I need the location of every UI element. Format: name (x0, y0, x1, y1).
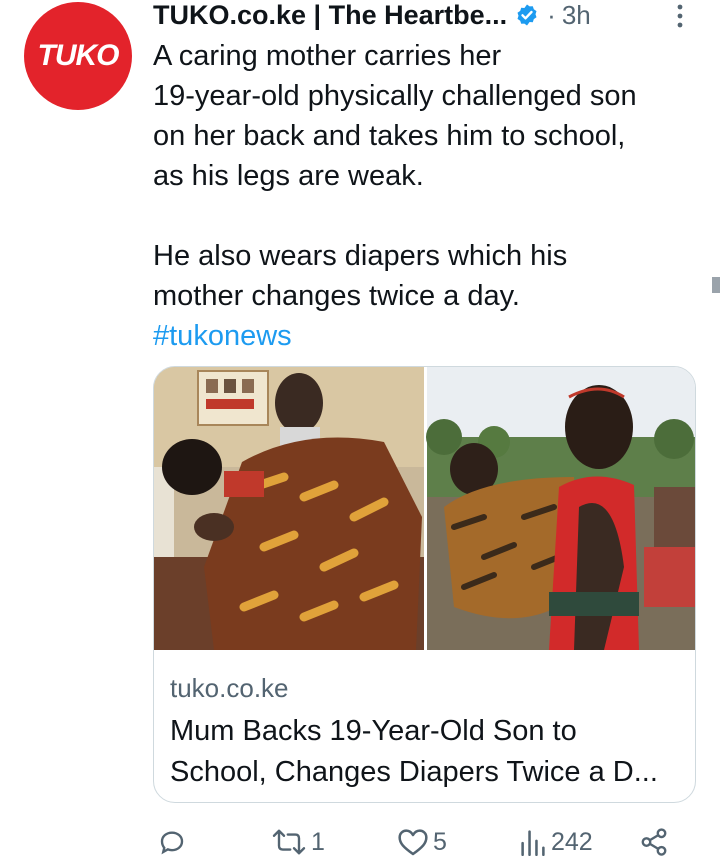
separator-dot: · (547, 0, 556, 30)
avatar-logo-text: TUKO (37, 39, 120, 72)
reply-icon (160, 831, 184, 855)
retweet-button[interactable]: 1 (271, 822, 325, 862)
card-image[interactable] (154, 367, 695, 650)
tweet-text-line: mother changes twice a day. (153, 280, 520, 312)
tweet-text-line: 19-year-old physically challenged son (153, 80, 637, 112)
retweet-icon (272, 829, 306, 855)
views-count: 242 (551, 827, 593, 856)
link-card[interactable]: tuko.co.ke Mum Backs 19-Year-Old Son to … (153, 366, 696, 803)
card-domain: tuko.co.ke (170, 673, 289, 703)
reply-button[interactable] (157, 822, 191, 862)
timestamp[interactable]: 3h (562, 0, 591, 31)
views-icon (521, 830, 545, 856)
author-name[interactable]: TUKO.co.ke | The Heartbe... (153, 0, 507, 31)
tweet-text-line: He also wears diapers which his (153, 240, 568, 272)
views-button[interactable]: 242 (519, 822, 593, 862)
tweet-text-line: A caring mother carries her (153, 40, 502, 72)
tweet-header: TUKO.co.ke | The Heartbe... · 3h (153, 0, 591, 30)
verified-badge-icon (517, 4, 537, 26)
scrollbar-thumb[interactable] (712, 277, 720, 293)
more-icon[interactable] (670, 2, 690, 30)
card-title[interactable]: Mum Backs 19-Year-Old Son to School, Cha… (170, 711, 685, 793)
like-button[interactable]: 5 (397, 822, 447, 862)
hashtag-link[interactable]: #tukonews (153, 320, 292, 352)
like-icon (398, 829, 428, 856)
action-bar: 1 5 242 (153, 822, 693, 862)
share-icon (641, 828, 667, 856)
share-button[interactable] (639, 822, 669, 862)
like-count: 5 (433, 827, 447, 856)
tweet-text: A caring mother carries her 19-year-old … (153, 36, 698, 356)
tweet-text-line: as his legs are weak. (153, 160, 424, 192)
card-title-line: School, Changes Diapers Twice a D... (170, 756, 658, 788)
card-title-line: Mum Backs 19-Year-Old Son to (170, 715, 577, 747)
tweet-text-line: on her back and takes him to school, (153, 120, 626, 152)
avatar[interactable]: TUKO (24, 2, 132, 110)
tweet[interactable]: TUKO TUKO.co.ke | The Heartbe... · 3h A … (0, 0, 720, 862)
card-photo-illustration (154, 367, 695, 650)
retweet-count: 1 (311, 827, 325, 856)
